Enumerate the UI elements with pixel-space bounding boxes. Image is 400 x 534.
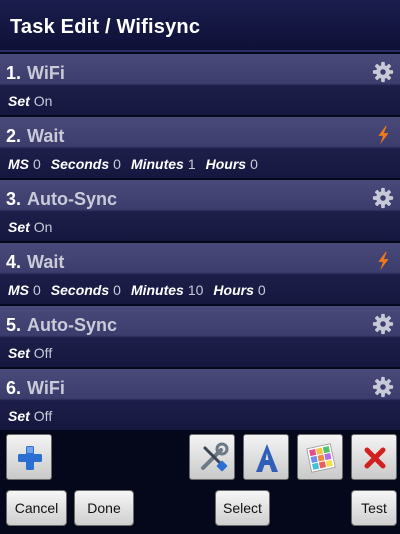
- select-button[interactable]: Select: [215, 490, 270, 526]
- action-params: Set On: [8, 93, 62, 111]
- param-value: 0: [113, 156, 121, 172]
- action-header: 6. WiFi: [6, 378, 65, 400]
- page-title: Task Edit / Wifisync: [10, 16, 201, 38]
- action-name: Wait: [27, 126, 65, 146]
- param-key: Minutes: [130, 156, 184, 172]
- action-name: WiFi: [27, 63, 65, 83]
- action-params: MS 0 Seconds 0 Minutes 1 Hours 0: [8, 156, 268, 174]
- param-key: Hours: [213, 282, 254, 298]
- action-header: 1. WiFi: [6, 63, 65, 85]
- color-grid-icon: [306, 443, 336, 473]
- param-key: Set: [8, 408, 30, 424]
- action-number: 6.: [6, 378, 22, 398]
- param-value: On: [33, 93, 53, 109]
- action-header: 2. Wait: [6, 126, 64, 148]
- param-key: MS: [8, 282, 29, 298]
- param-value: 0: [33, 282, 41, 298]
- param-value: 0: [33, 156, 41, 172]
- action-header: 5. Auto-Sync: [6, 315, 117, 337]
- action-row[interactable]: 4. Wait MS 0 Seconds 0 Minutes 10 Hours 0: [0, 243, 400, 305]
- param-value: Off: [33, 345, 53, 361]
- gear-icon[interactable]: [372, 187, 394, 209]
- tools-button[interactable]: [189, 434, 235, 480]
- action-number: 2.: [6, 126, 22, 146]
- param-key: Hours: [205, 156, 247, 172]
- param-key: Set: [8, 345, 30, 361]
- param-key: Seconds: [50, 282, 110, 298]
- action-row[interactable]: 2. Wait MS 0 Seconds 0 Minutes 1 Hours 0: [0, 117, 400, 179]
- param-value: 0: [250, 156, 258, 172]
- lightning-icon[interactable]: [372, 250, 394, 272]
- action-params: Set Off: [8, 408, 62, 426]
- lightning-icon[interactable]: [372, 124, 394, 146]
- wrench-screwdriver-icon: [201, 442, 229, 472]
- action-name: WiFi: [27, 378, 65, 398]
- action-row[interactable]: 1. WiFi Set On: [0, 54, 400, 116]
- param-value: 0: [257, 282, 266, 298]
- param-value: 1: [187, 156, 196, 172]
- param-key: Seconds: [50, 156, 110, 172]
- letter-a-icon: [256, 444, 278, 472]
- action-row[interactable]: 5. Auto-Sync Set Off: [0, 306, 400, 368]
- param-value: 0: [113, 282, 121, 298]
- plus-icon: [18, 446, 42, 470]
- param-key: Set: [8, 93, 30, 109]
- cancel-button[interactable]: Cancel: [6, 490, 67, 526]
- action-row[interactable]: 6. WiFi Set Off: [0, 369, 400, 431]
- action-row[interactable]: 3. Auto-Sync Set On: [0, 180, 400, 242]
- param-value: On: [33, 219, 53, 235]
- action-header: 4. Wait: [6, 252, 64, 274]
- action-params: MS 0 Seconds 0 Minutes 10 Hours 0: [8, 282, 276, 300]
- action-params: Set Off: [8, 345, 62, 363]
- done-button[interactable]: Done: [74, 490, 134, 526]
- colors-button[interactable]: [297, 434, 343, 480]
- bottom-toolbar: Cancel Done Select Test: [0, 432, 400, 534]
- gear-icon[interactable]: [372, 61, 394, 83]
- title-bar: Task Edit / Wifisync: [0, 0, 400, 52]
- text-button[interactable]: [243, 434, 289, 480]
- action-number: 1.: [6, 63, 22, 83]
- add-action-button[interactable]: [6, 434, 52, 480]
- param-value: 10: [187, 282, 204, 298]
- red-x-icon: [364, 447, 386, 469]
- action-list[interactable]: 1. WiFi Set On 2. Wait MS 0 Seconds 0 Mi…: [0, 54, 400, 432]
- gear-icon[interactable]: [372, 313, 394, 335]
- param-key: MS: [8, 156, 29, 172]
- param-key: Set: [8, 219, 30, 235]
- action-params: Set On: [8, 219, 62, 237]
- action-name: Auto-Sync: [27, 189, 118, 209]
- action-name: Auto-Sync: [27, 315, 118, 335]
- action-header: 3. Auto-Sync: [6, 189, 117, 211]
- action-number: 4.: [6, 252, 22, 272]
- action-number: 5.: [6, 315, 22, 335]
- gear-icon[interactable]: [372, 376, 394, 398]
- action-name: Wait: [27, 252, 65, 272]
- param-key: Minutes: [130, 282, 184, 298]
- action-number: 3.: [6, 189, 22, 209]
- test-button[interactable]: Test: [351, 490, 397, 526]
- delete-button[interactable]: [351, 434, 397, 480]
- param-value: Off: [33, 408, 53, 424]
